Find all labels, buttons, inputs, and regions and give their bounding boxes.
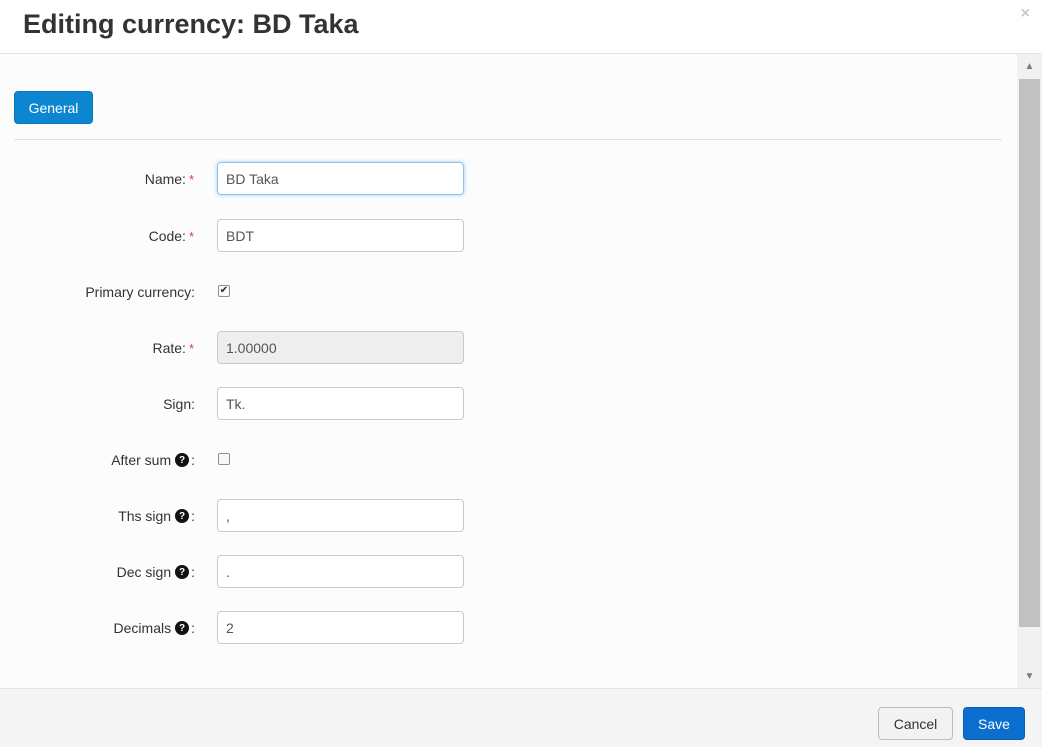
- dialog-body: General Name: * BD Taka Code: * BDT Primar…: [0, 54, 1017, 688]
- dec-sign-row: Dec sign?: .: [0, 555, 1017, 589]
- decimals-label: Decimals?:: [114, 611, 195, 645]
- code-row: Code: * BDT: [0, 219, 1017, 253]
- question-circle-icon[interactable]: ?: [175, 509, 190, 523]
- rate-label: Rate: *: [152, 331, 194, 365]
- code-label: Code: *: [149, 219, 194, 253]
- ths-sign-row: Ths sign?: ,: [0, 499, 1017, 533]
- tab-general[interactable]: General: [14, 91, 93, 124]
- scrollbar-thumb[interactable]: [1019, 79, 1040, 627]
- required-marker: *: [188, 171, 194, 187]
- close-icon[interactable]: ×: [1021, 5, 1030, 23]
- triangle-down-icon[interactable]: ▼: [1017, 664, 1042, 688]
- required-marker: *: [188, 228, 194, 244]
- after-sum-row: After sum?:: [0, 443, 1017, 477]
- dec-sign-label: Dec sign?:: [117, 555, 195, 589]
- tab-divider: [14, 139, 1002, 140]
- edit-currency-dialog: Editing currency: BD Taka × General Name…: [0, 0, 1042, 747]
- after-sum-checkbox[interactable]: [218, 453, 230, 465]
- sign-input[interactable]: Tk.: [217, 387, 464, 420]
- required-marker: *: [188, 340, 194, 356]
- name-label-text: Name:: [144, 171, 186, 187]
- name-label: Name: *: [145, 162, 194, 196]
- name-row: Name: * BD Taka: [0, 162, 1017, 196]
- rate-input: 1.00000: [217, 331, 464, 364]
- decimals-label-text: Decimals: [113, 620, 172, 636]
- code-input[interactable]: BDT: [217, 219, 464, 252]
- dialog-footer: Cancel Save: [0, 688, 1042, 747]
- label-colon: :: [191, 452, 195, 468]
- label-colon: :: [191, 564, 195, 580]
- save-button[interactable]: Save: [963, 707, 1025, 740]
- question-circle-icon[interactable]: ?: [175, 621, 190, 635]
- triangle-up-icon[interactable]: ▲: [1017, 54, 1042, 78]
- primary-currency-label: Primary currency:: [85, 284, 195, 300]
- sign-row: Sign: Tk.: [0, 387, 1017, 421]
- ths-sign-input[interactable]: ,: [217, 499, 464, 532]
- code-label-text: Code:: [148, 228, 186, 244]
- question-circle-icon[interactable]: ?: [175, 453, 190, 467]
- dec-sign-input[interactable]: .: [217, 555, 464, 588]
- dialog-title: Editing currency: BD Taka: [23, 9, 359, 39]
- dialog-header: Editing currency: BD Taka ×: [0, 0, 1042, 54]
- dec-sign-label-text: Dec sign: [116, 564, 172, 580]
- decimals-row: Decimals?: 2: [0, 611, 1017, 645]
- ths-sign-label: Ths sign?:: [118, 499, 195, 533]
- after-sum-label: After sum?:: [111, 443, 195, 477]
- vertical-scrollbar[interactable]: ▲ ▼: [1017, 54, 1042, 688]
- rate-row: Rate: * 1.00000: [0, 331, 1017, 365]
- sign-label: Sign:: [163, 396, 195, 412]
- rate-label-text: Rate:: [152, 340, 186, 356]
- after-sum-label-text: After sum: [111, 452, 172, 468]
- label-colon: :: [191, 508, 195, 524]
- name-input[interactable]: BD Taka: [217, 162, 464, 195]
- cancel-button[interactable]: Cancel: [878, 707, 953, 740]
- checkmark-icon: ✔: [219, 285, 229, 296]
- primary-currency-row: Primary currency: ✔: [0, 275, 1017, 309]
- ths-sign-label-text: Ths sign: [118, 508, 172, 524]
- question-circle-icon[interactable]: ?: [175, 565, 190, 579]
- decimals-input[interactable]: 2: [217, 611, 464, 644]
- label-colon: :: [191, 620, 195, 636]
- primary-currency-checkbox[interactable]: ✔: [218, 285, 230, 297]
